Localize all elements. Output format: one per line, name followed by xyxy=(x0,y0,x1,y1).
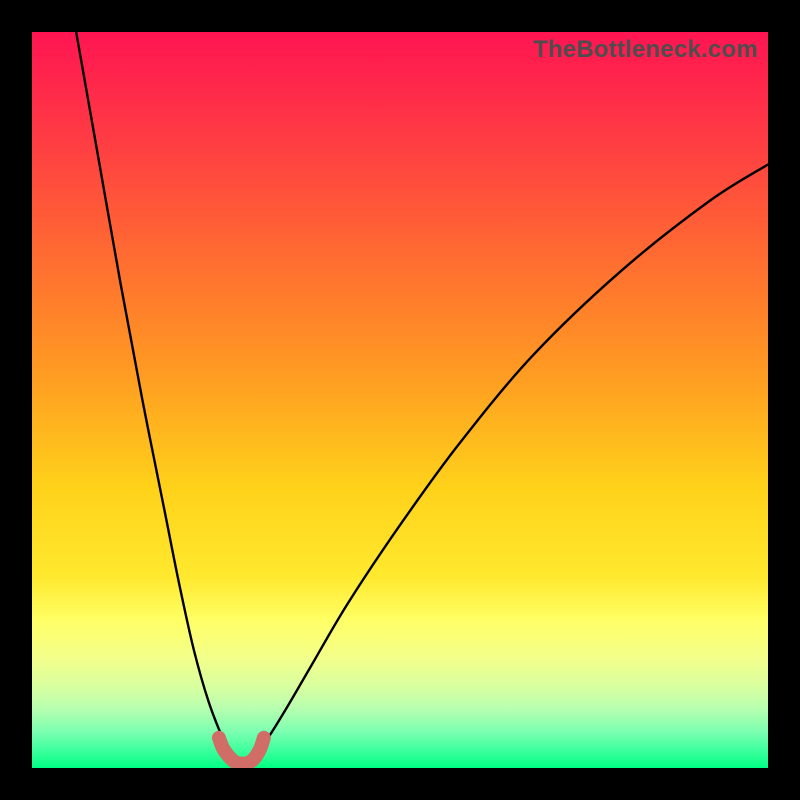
curve-bottom-connector xyxy=(219,738,264,764)
curve-right-branch xyxy=(256,164,768,751)
plot-frame: TheBottleneck.com xyxy=(32,32,768,768)
curve-left-branch xyxy=(76,32,229,751)
bottleneck-curve xyxy=(32,32,768,768)
watermark-text: TheBottleneck.com xyxy=(533,36,758,64)
